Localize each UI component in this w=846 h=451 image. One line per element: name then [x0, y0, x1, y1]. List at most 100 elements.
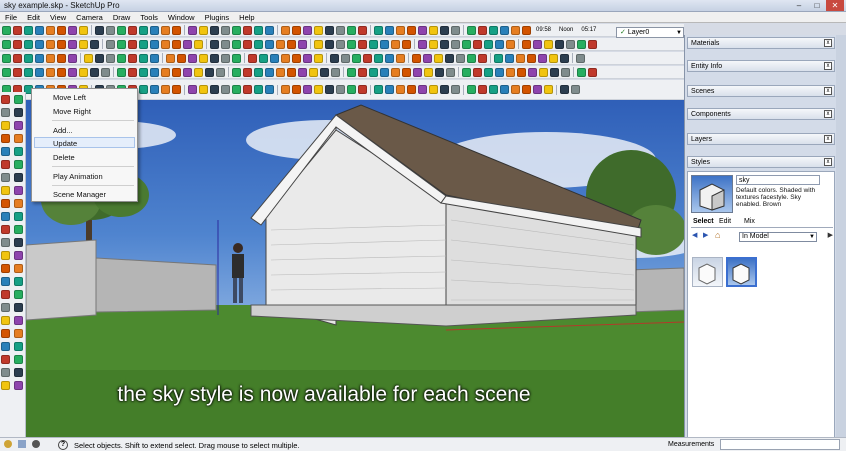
tool-button-icon[interactable] [221, 25, 230, 35]
tool-button-icon[interactable] [325, 39, 334, 49]
tool-button-icon[interactable] [177, 53, 186, 63]
left-tool-icon[interactable] [14, 381, 23, 390]
tool-button-icon[interactable] [495, 67, 504, 77]
left-tool-icon[interactable] [14, 238, 23, 247]
tool-button-icon[interactable] [571, 85, 580, 94]
left-tool-icon[interactable] [1, 212, 10, 221]
menu-edit[interactable]: Edit [22, 12, 45, 23]
tool-button-icon[interactable] [555, 39, 564, 49]
tool-button-icon[interactable] [369, 39, 378, 49]
tab-edit[interactable]: Edit [719, 218, 731, 225]
left-tool-icon[interactable] [14, 355, 23, 364]
tool-button-icon[interactable] [451, 25, 460, 35]
tool-button-icon[interactable] [358, 39, 367, 49]
tool-button-icon[interactable] [385, 25, 394, 35]
tool-button-icon[interactable] [128, 53, 137, 63]
tool-button-icon[interactable] [363, 53, 372, 63]
tool-button-icon[interactable] [183, 39, 192, 49]
tool-button-icon[interactable] [560, 53, 569, 63]
tool-button-icon[interactable] [248, 53, 257, 63]
tool-button-icon[interactable] [216, 67, 225, 77]
tool-button-icon[interactable] [336, 85, 345, 94]
tool-button-icon[interactable] [418, 25, 427, 35]
tool-button-icon[interactable] [577, 39, 586, 49]
tool-button-icon[interactable] [24, 53, 33, 63]
tool-button-icon[interactable] [2, 53, 11, 63]
tool-button-icon[interactable] [522, 25, 531, 35]
tool-button-icon[interactable] [150, 39, 159, 49]
tool-button-icon[interactable] [139, 25, 148, 35]
user-icon[interactable] [32, 440, 40, 448]
left-tool-icon[interactable] [1, 251, 10, 260]
tool-button-icon[interactable] [527, 53, 536, 63]
tool-button-icon[interactable] [418, 85, 427, 94]
panel-scenes[interactable]: Scenes x [687, 85, 835, 97]
tool-button-icon[interactable] [46, 53, 55, 63]
left-tool-icon[interactable] [14, 277, 23, 286]
tool-button-icon[interactable] [117, 67, 126, 77]
tool-button-icon[interactable] [358, 25, 367, 35]
tool-button-icon[interactable] [13, 39, 22, 49]
tool-button-icon[interactable] [95, 25, 104, 35]
tool-button-icon[interactable] [462, 39, 471, 49]
panel-components[interactable]: Components x [687, 108, 835, 120]
tab-mix[interactable]: Mix [744, 218, 755, 225]
tool-button-icon[interactable] [2, 39, 11, 49]
tool-button-icon[interactable] [265, 25, 274, 35]
tool-button-icon[interactable] [46, 39, 55, 49]
tool-button-icon[interactable] [561, 67, 570, 77]
tool-button-icon[interactable] [303, 25, 312, 35]
tool-button-icon[interactable] [172, 39, 181, 49]
tool-button-icon[interactable] [150, 67, 159, 77]
tool-button-icon[interactable] [347, 67, 356, 77]
tool-button-icon[interactable] [232, 53, 241, 63]
tool-button-icon[interactable] [243, 39, 252, 49]
tool-button-icon[interactable] [210, 25, 219, 35]
tool-button-icon[interactable] [352, 53, 361, 63]
menu-tools[interactable]: Tools [135, 12, 163, 23]
tool-button-icon[interactable] [549, 53, 558, 63]
tool-button-icon[interactable] [303, 53, 312, 63]
tool-button-icon[interactable] [314, 85, 323, 94]
menu-draw[interactable]: Draw [108, 12, 136, 23]
tool-button-icon[interactable] [265, 85, 274, 94]
tool-button-icon[interactable] [500, 85, 509, 94]
tool-button-icon[interactable] [402, 67, 411, 77]
tool-button-icon[interactable] [172, 25, 181, 35]
tool-button-icon[interactable] [281, 25, 290, 35]
left-tool-icon[interactable] [1, 108, 10, 117]
tool-button-icon[interactable] [68, 25, 77, 35]
tool-button-icon[interactable] [473, 39, 482, 49]
panel-styles[interactable]: Styles x [687, 156, 835, 168]
tool-button-icon[interactable] [522, 85, 531, 94]
tool-button-icon[interactable] [440, 85, 449, 94]
tool-button-icon[interactable] [84, 53, 93, 63]
left-tool-icon[interactable] [1, 329, 10, 338]
menu-item-move-right[interactable]: Move Right [53, 107, 91, 116]
tool-button-icon[interactable] [254, 85, 263, 94]
tool-button-icon[interactable] [330, 53, 339, 63]
tool-button-icon[interactable] [391, 39, 400, 49]
tool-button-icon[interactable] [243, 85, 252, 94]
tool-button-icon[interactable] [95, 53, 104, 63]
tool-button-icon[interactable] [13, 25, 22, 35]
style-collection-select[interactable]: In Model ▼ [739, 232, 817, 242]
tool-button-icon[interactable] [396, 85, 405, 94]
help-icon[interactable]: ? [58, 440, 68, 450]
tool-button-icon[interactable] [516, 53, 525, 63]
tool-button-icon[interactable] [380, 39, 389, 49]
tool-button-icon[interactable] [150, 53, 159, 63]
style-swatch-sky[interactable] [726, 257, 757, 287]
tool-button-icon[interactable] [506, 67, 515, 77]
left-tool-icon[interactable] [14, 160, 23, 169]
tool-button-icon[interactable] [281, 53, 290, 63]
tool-button-icon[interactable] [566, 39, 575, 49]
tool-button-icon[interactable] [550, 67, 559, 77]
back-icon[interactable]: ◀ [692, 231, 697, 239]
tool-button-icon[interactable] [391, 67, 400, 77]
tool-button-icon[interactable] [429, 39, 438, 49]
tool-button-icon[interactable] [68, 39, 77, 49]
tool-button-icon[interactable] [57, 53, 66, 63]
left-tool-icon[interactable] [1, 238, 10, 247]
tool-button-icon[interactable] [412, 53, 421, 63]
